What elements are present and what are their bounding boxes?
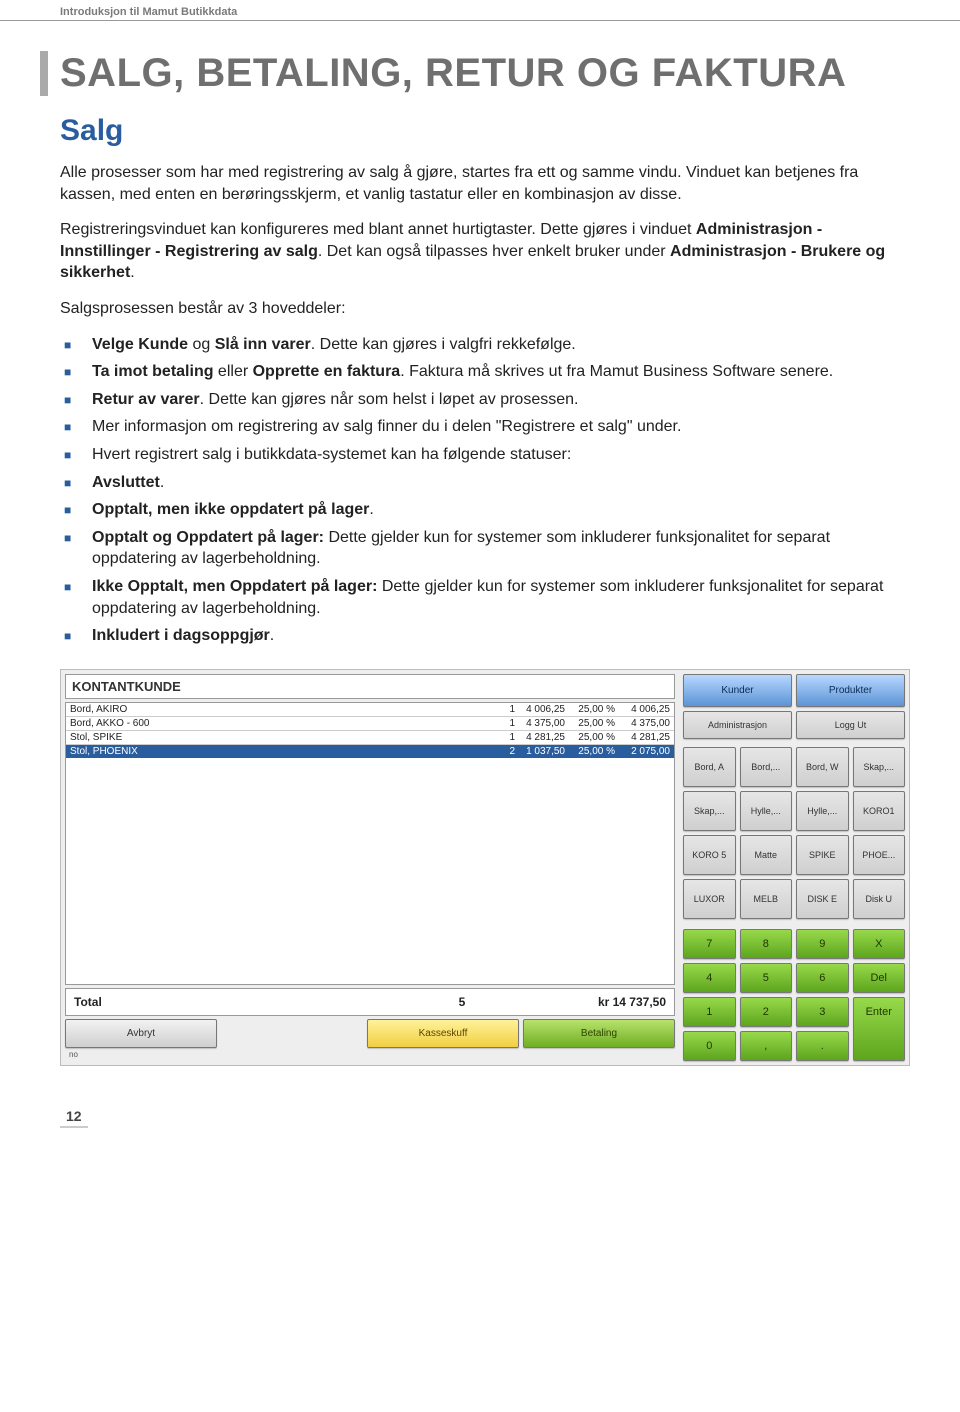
product-button[interactable]: Disk U — [853, 879, 906, 919]
keypad-key[interactable]: 8 — [740, 929, 793, 959]
list-item: Ikke Opptalt, men Oppdatert på lager: De… — [86, 576, 910, 619]
list-item: Inkludert i dagsoppgjør. — [86, 625, 910, 647]
keypad-key[interactable]: 2 — [740, 997, 793, 1027]
product-button[interactable]: LUXOR — [683, 879, 736, 919]
product-button[interactable]: Matte — [740, 835, 793, 875]
cashdrawer-button[interactable]: Kasseskuff — [367, 1019, 519, 1048]
keypad-key[interactable]: 1 — [683, 997, 736, 1027]
table-row: Bord, AKKO - 60014 375,0025,00 %4 375,00 — [66, 716, 674, 730]
customer-label: KONTANTKUNDE — [65, 674, 675, 699]
list-item: Opptalt og Oppdatert på lager: Dette gje… — [86, 527, 910, 570]
keypad-key[interactable]: 6 — [796, 963, 849, 993]
product-button[interactable]: Bord, A — [683, 747, 736, 787]
admin-button[interactable]: Administrasjon — [683, 711, 792, 739]
list-item: Avsluttet. — [86, 472, 910, 494]
product-button[interactable]: Bord, W — [796, 747, 849, 787]
paragraph: Alle prosesser som har med registrering … — [60, 162, 910, 205]
keypad-key[interactable]: 3 — [796, 997, 849, 1027]
keypad-key[interactable]: 9 — [796, 929, 849, 959]
keypad-key[interactable]: , — [740, 1031, 793, 1061]
logout-button[interactable]: Logg Ut — [796, 711, 905, 739]
keypad-key[interactable]: Del — [853, 963, 906, 993]
page-number: 12 — [60, 1106, 88, 1128]
list-item: Hvert registrert salg i butikkdata-syste… — [86, 444, 910, 466]
product-button[interactable]: PHOE... — [853, 835, 906, 875]
product-button[interactable]: KORO 5 — [683, 835, 736, 875]
product-button[interactable]: Hylle,... — [796, 791, 849, 831]
section-title: Salg — [60, 114, 910, 148]
table-row: Bord, AKIRO14 006,2525,00 %4 006,25 — [66, 703, 674, 716]
list-item: Retur av varer. Dette kan gjøres når som… — [86, 389, 910, 411]
product-button[interactable]: SPIKE — [796, 835, 849, 875]
keypad-key[interactable]: 7 — [683, 929, 736, 959]
product-button[interactable]: Hylle,... — [740, 791, 793, 831]
list-item: Ta imot betaling eller Opprette en faktu… — [86, 361, 910, 383]
product-grid: Bord, A Bord,... Bord, W Skap,... Skap,.… — [683, 747, 905, 919]
keypad-key[interactable]: 0 — [683, 1031, 736, 1061]
list-item: Opptalt, men ikke oppdatert på lager. — [86, 499, 910, 521]
running-header: Introduksjon til Mamut Butikkdata — [0, 0, 960, 21]
list-item: Mer informasjon om registrering av salg … — [86, 416, 910, 438]
keypad-key[interactable]: 5 — [740, 963, 793, 993]
table-row: Stol, SPIKE14 281,2525,00 %4 281,25 — [66, 730, 674, 744]
product-button[interactable]: Skap,... — [853, 747, 906, 787]
bullet-list: Velge Kunde og Slå inn varer. Dette kan … — [60, 334, 910, 647]
product-button[interactable]: Skap,... — [683, 791, 736, 831]
product-button[interactable]: Bord,... — [740, 747, 793, 787]
pos-screenshot: KONTANTKUNDE Bord, AKIRO14 006,2525,00 %… — [60, 669, 910, 1066]
keypad-key[interactable]: X — [853, 929, 906, 959]
keypad-key-enter[interactable]: Enter — [853, 997, 906, 1061]
product-button[interactable]: DISK E — [796, 879, 849, 919]
list-item: Velge Kunde og Slå inn varer. Dette kan … — [86, 334, 910, 356]
line-items-table: Bord, AKIRO14 006,2525,00 %4 006,25 Bord… — [65, 702, 675, 985]
table-row-selected: Stol, PHOENIX21 037,5025,00 %2 075,00 — [66, 744, 674, 758]
customers-button[interactable]: Kunder — [683, 674, 792, 707]
total-bar: Total 5 kr 14 737,50 — [65, 988, 675, 1016]
paragraph: Salgsprosessen består av 3 hoveddeler: — [60, 298, 910, 320]
keypad-key[interactable]: . — [796, 1031, 849, 1061]
products-button[interactable]: Produkter — [796, 674, 905, 707]
keypad: 7 8 9 X 4 5 6 Del 1 2 3 Enter 0 , . — [683, 929, 905, 1061]
product-button[interactable]: KORO1 — [853, 791, 906, 831]
payment-button[interactable]: Betaling — [523, 1019, 675, 1048]
keypad-key[interactable]: 4 — [683, 963, 736, 993]
page-title: SALG, BETALING, RETUR OG FAKTURA — [40, 51, 910, 96]
product-button[interactable]: MELB — [740, 879, 793, 919]
status-text: no — [65, 1048, 675, 1061]
paragraph: Registreringsvinduet kan konfigureres me… — [60, 219, 910, 284]
cancel-button[interactable]: Avbryt — [65, 1019, 217, 1048]
